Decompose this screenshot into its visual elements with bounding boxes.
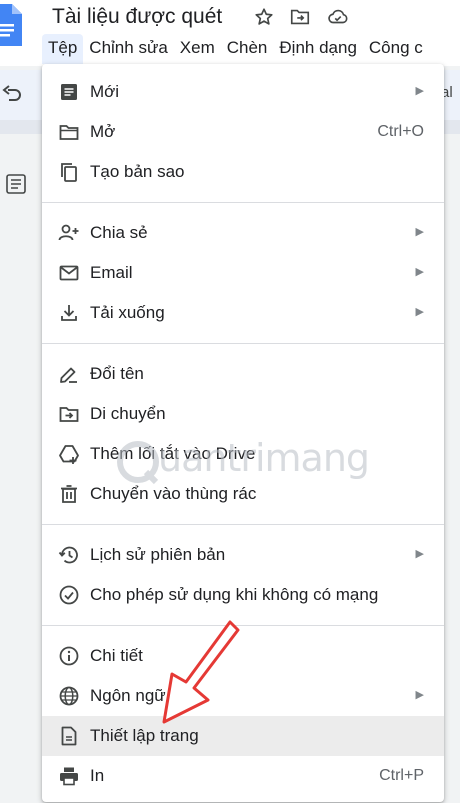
google-docs-logo-icon[interactable]: [0, 4, 22, 46]
menu-item-label: Lịch sử phiên bản: [90, 545, 226, 564]
menu-item-rename[interactable]: Đổi tên: [42, 354, 444, 394]
submenu-arrow-icon: ▶: [415, 226, 424, 238]
document-title[interactable]: Tài liệu được quét: [52, 5, 222, 29]
submenu-arrow-icon: ▶: [415, 306, 424, 318]
email-icon: [59, 265, 79, 281]
drive-shortcut-icon: [59, 445, 79, 464]
menu-item-label: Chi tiết: [90, 646, 143, 665]
menu-format[interactable]: Định dạng: [273, 34, 363, 64]
new-document-icon: [61, 84, 77, 100]
undo-icon[interactable]: [0, 84, 22, 104]
submenu-arrow-icon: ▶: [415, 266, 424, 278]
download-icon: [61, 305, 77, 321]
app-header: Tài liệu được quét Tệp Chỉnh sửa Xem Chè…: [0, 0, 460, 66]
menu-item-print[interactable]: In Ctrl+P: [42, 756, 444, 796]
trash-icon: [61, 485, 77, 503]
move-folder-icon[interactable]: [289, 6, 311, 28]
menu-insert[interactable]: Chèn: [221, 34, 274, 64]
globe-icon: [59, 686, 79, 706]
watermark: uantrimang: [116, 430, 378, 492]
print-icon: [60, 767, 78, 786]
menu-item-label: Mở: [90, 122, 116, 141]
menu-item-download[interactable]: Tải xuống ▶: [42, 293, 444, 333]
menu-item-label: Chia sẻ: [90, 223, 148, 242]
menu-item-label: Mới: [90, 82, 120, 101]
submenu-arrow-icon: ▶: [415, 548, 424, 560]
menu-item-label: Tạo bản sao: [90, 162, 185, 181]
menu-item-label: Cho phép sử dụng khi không có mạng: [90, 585, 379, 604]
menu-item-share[interactable]: Chia sẻ ▶: [42, 213, 444, 253]
star-icon[interactable]: [253, 6, 275, 28]
menu-file[interactable]: Tệp: [42, 34, 84, 64]
folder-open-icon: [59, 125, 79, 140]
menu-divider: [42, 202, 444, 203]
submenu-arrow-icon: ▶: [415, 85, 424, 97]
menu-item-label: Di chuyển: [90, 404, 166, 423]
menu-item-label: Email: [90, 263, 133, 282]
menu-bar: Tệp Chỉnh sửa Xem Chèn Định dạng Công c: [42, 34, 429, 64]
menu-item-make-available-offline[interactable]: Cho phép sử dụng khi không có mạng: [42, 575, 444, 615]
history-icon: [58, 546, 78, 564]
menu-item-make-copy[interactable]: Tạo bản sao: [42, 152, 444, 192]
cloud-saved-icon[interactable]: [327, 6, 349, 28]
page-setup-icon: [61, 726, 77, 746]
menu-edit[interactable]: Chỉnh sửa: [83, 34, 173, 64]
person-add-icon: [58, 224, 79, 241]
menu-item-open[interactable]: Mở Ctrl+O: [42, 112, 444, 152]
menu-item-label: Tải xuống: [90, 303, 165, 322]
keyboard-shortcut: Ctrl+P: [379, 767, 424, 784]
menu-view[interactable]: Xem: [174, 34, 221, 64]
rename-icon: [60, 367, 77, 383]
copy-icon: [61, 163, 77, 182]
submenu-arrow-icon: ▶: [415, 689, 424, 701]
menu-item-label: Đổi tên: [90, 364, 144, 383]
menu-item-label: In: [90, 766, 105, 785]
offline-check-icon: [59, 585, 79, 605]
menu-item-new[interactable]: Mới ▶: [42, 72, 444, 112]
annotation-arrow-icon: [162, 620, 240, 724]
document-outline-icon[interactable]: [4, 172, 28, 196]
move-folder-icon: [59, 407, 79, 422]
info-icon: [59, 646, 79, 666]
menu-item-email[interactable]: Email ▶: [42, 253, 444, 293]
menu-divider: [42, 524, 444, 525]
watermark-logo-icon: [117, 441, 159, 485]
watermark-text: uantrimang: [158, 436, 370, 480]
menu-item-move[interactable]: Di chuyển: [42, 394, 444, 434]
keyboard-shortcut: Ctrl+O: [377, 123, 424, 140]
menu-item-version-history[interactable]: Lịch sử phiên bản ▶: [42, 535, 444, 575]
menu-tools[interactable]: Công c: [363, 34, 429, 64]
menu-divider: [42, 343, 444, 344]
